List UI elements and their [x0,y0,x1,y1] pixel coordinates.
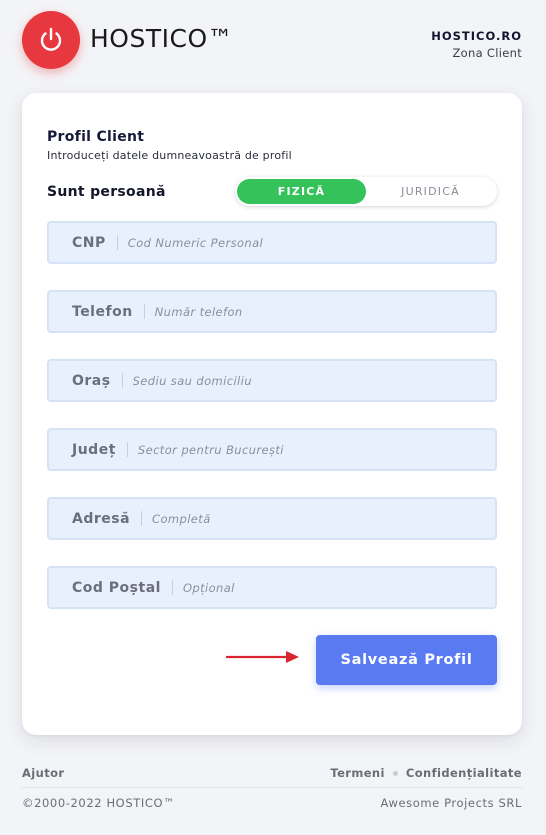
toggle-option-fizica[interactable]: FIZICĂ [237,179,366,204]
card-subtitle: Introduceți datele dumneavoastră de prof… [47,149,292,162]
field-separator [171,580,173,595]
power-icon [40,27,62,51]
city-field: Oraș [47,359,497,402]
field-separator [126,442,128,457]
field-label: CNP [72,234,106,251]
arrow-right-icon [226,651,299,663]
county-input[interactable] [137,430,495,469]
postal-code-field: Cod Poștal [47,566,497,609]
field-separator [143,304,145,319]
cnp-field: CNP [47,221,497,264]
field-label: Telefon [72,303,133,320]
site-link[interactable]: HOSTICO.RO [431,29,522,43]
logo[interactable] [22,11,80,69]
phone-input[interactable] [154,292,495,331]
save-profile-button[interactable]: Salvează Profil [316,635,497,685]
person-type-label: Sunt persoană [47,184,166,200]
field-label: Adresă [72,510,131,527]
address-input[interactable] [152,499,495,538]
address-field: Adresă [47,497,497,540]
card-title: Profil Client [47,129,145,145]
county-field: Județ [47,428,497,471]
cnp-input[interactable] [127,223,495,262]
separator-dot [392,770,398,776]
phone-field: Telefon [47,290,497,333]
field-label: Oraș [72,372,111,389]
toggle-option-juridica[interactable]: JURIDICĂ [366,179,495,204]
header-right: HOSTICO.RO Zona Client [431,29,522,60]
terms-link[interactable]: Termeni [330,766,385,780]
field-label: Județ [72,441,116,458]
profile-card: Profil Client Introduceți datele dumneav… [22,93,522,735]
city-input[interactable] [132,361,495,400]
copyright-text: ©2000-2022 HOSTICO™ [22,796,176,810]
field-label: Cod Poștal [72,579,161,596]
company-name: Awesome Projects SRL [380,796,522,810]
field-separator [116,235,118,250]
help-link[interactable]: Ajutor [22,766,65,780]
footer-links: Termeni Confidențialitate [330,766,522,780]
postal-code-input[interactable] [182,568,495,607]
person-type-toggle: FIZICĂ JURIDICĂ [235,177,497,206]
field-separator [141,511,143,526]
footer: Ajutor Termeni Confidențialitate ©2000-2… [22,762,522,810]
brand-name: HOSTICO™ [90,24,234,53]
zone-label: Zona Client [452,46,522,60]
header: HOSTICO™ HOSTICO.RO Zona Client [0,0,546,80]
privacy-link[interactable]: Confidențialitate [406,766,522,780]
field-separator [121,373,123,388]
footer-divider [22,787,522,788]
